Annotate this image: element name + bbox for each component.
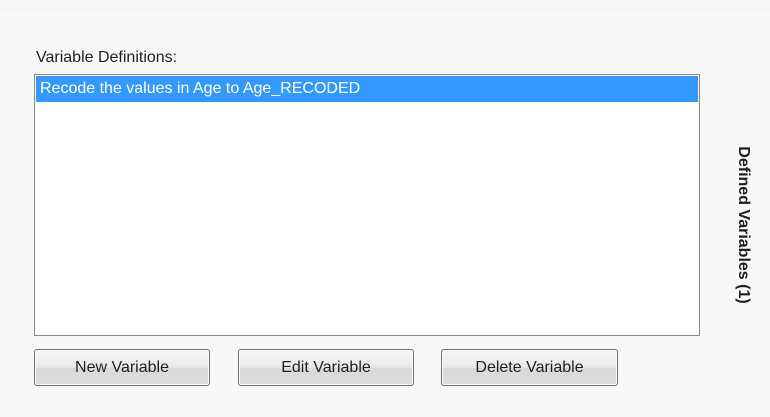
delete-variable-button[interactable]: Delete Variable [441, 349, 618, 386]
variable-definitions-list[interactable]: Recode the values in Age to Age_RECODED [34, 74, 700, 336]
variable-definitions-panel: Variable Definitions: Recode the values … [0, 12, 770, 417]
defined-variables-tab-label: Defined Variables (1) [735, 146, 752, 304]
variable-definition-item[interactable]: Recode the values in Age to Age_RECODED [36, 76, 698, 102]
edit-variable-button[interactable]: Edit Variable [238, 349, 414, 386]
defined-variables-tab[interactable]: Defined Variables (1) [730, 118, 756, 332]
variable-definitions-label: Variable Definitions: [36, 49, 178, 66]
top-divider-strip [0, 0, 770, 12]
new-variable-button[interactable]: New Variable [34, 349, 210, 386]
